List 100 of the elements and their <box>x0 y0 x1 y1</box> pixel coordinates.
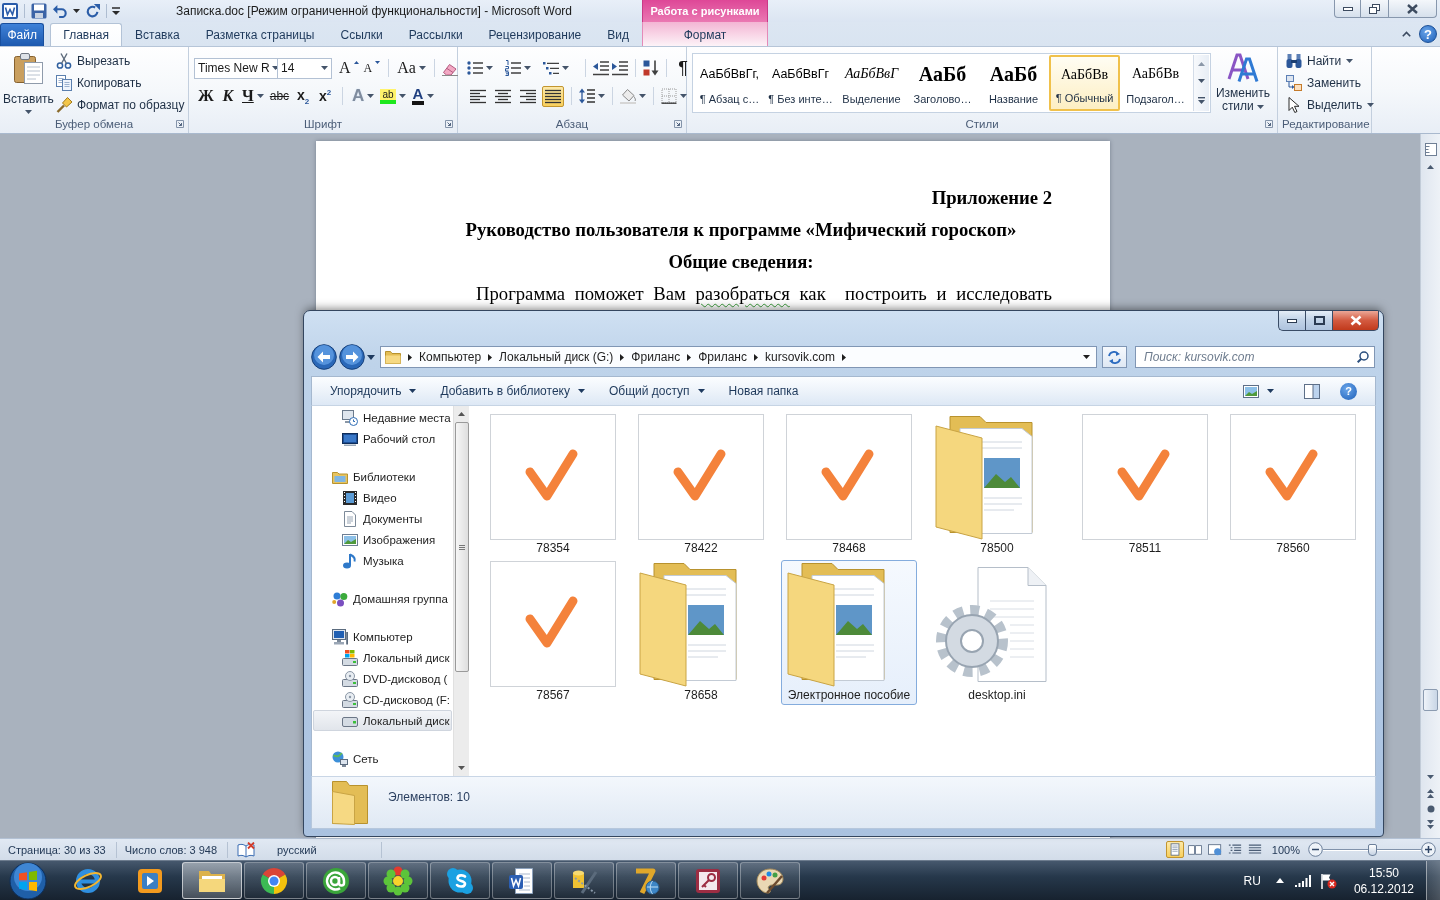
strikethrough-button[interactable]: abc <box>268 85 291 107</box>
refresh-button[interactable] <box>1102 346 1127 368</box>
chevron-right-icon[interactable] <box>488 353 493 361</box>
font-size-field[interactable]: 14 <box>277 57 332 79</box>
file-item[interactable]: desktop.ini <box>929 560 1065 705</box>
grow-font-button[interactable]: A <box>338 57 360 79</box>
nav-item[interactable]: Локальный диск <box>313 647 452 668</box>
taskbar-button[interactable] <box>368 862 428 899</box>
preview-pane-icon[interactable] <box>1304 383 1320 399</box>
print-layout-icon[interactable] <box>1165 841 1184 858</box>
nav-item[interactable]: Библиотеки <box>313 466 452 487</box>
select-button[interactable]: Выделить <box>1284 94 1377 116</box>
multilevel-list-icon[interactable] <box>543 60 559 76</box>
change-view-icon[interactable] <box>1243 384 1259 398</box>
breadcrumb[interactable]: kursovik.com <box>758 350 841 364</box>
taskbar-button[interactable] <box>244 862 304 899</box>
dialog-launcher-icon[interactable] <box>674 120 682 128</box>
taskbar-button[interactable] <box>430 862 490 899</box>
scroll-up-icon[interactable] <box>458 412 465 416</box>
bullet-list-icon[interactable] <box>467 60 483 76</box>
ribbon-tab[interactable]: Разметка страницы <box>192 23 328 46</box>
copy-button[interactable]: Копировать <box>53 72 187 94</box>
taskbar-button[interactable] <box>492 862 552 899</box>
nav-item[interactable]: Видео <box>313 487 452 508</box>
bold-button[interactable]: Ж <box>197 85 215 107</box>
folder-item[interactable]: 78658 <box>633 560 769 705</box>
replace-button[interactable]: Заменить <box>1284 72 1377 94</box>
zoom-in-icon[interactable] <box>1421 842 1436 857</box>
taskbar-button[interactable] <box>182 862 242 899</box>
chevron-right-icon[interactable] <box>753 353 758 361</box>
numbered-list-icon[interactable] <box>505 60 521 76</box>
dialog-launcher-icon[interactable] <box>1265 120 1273 128</box>
caret-icon[interactable] <box>524 66 531 70</box>
chevron-right-icon[interactable] <box>842 353 846 361</box>
italic-button[interactable]: К <box>219 85 237 107</box>
ribbon-tab[interactable]: Вставка <box>122 23 193 46</box>
ribbon-tab[interactable]: Ссылки <box>327 23 396 46</box>
minimize-button[interactable] <box>1334 0 1361 18</box>
breadcrumb[interactable]: Компьютер <box>413 350 488 364</box>
subscript-button[interactable]: x$_{2}$ <box>294 85 313 107</box>
format-painter-button[interactable]: Формат по образцу <box>53 94 187 116</box>
search-input[interactable]: Поиск: kursovik.com <box>1136 347 1357 367</box>
toolbar-button[interactable]: Упорядочить <box>318 379 429 403</box>
nav-item[interactable]: Рабочий стол <box>313 428 452 449</box>
ruler-icon[interactable] <box>1424 143 1437 156</box>
start-orb-icon[interactable] <box>9 861 47 900</box>
close-button[interactable] <box>1389 0 1437 18</box>
minimize-button[interactable] <box>1278 311 1305 331</box>
nav-item[interactable]: Документы <box>313 508 452 529</box>
scrollbar-thumb[interactable] <box>1423 689 1438 711</box>
show-hidden-icons-icon[interactable] <box>1275 878 1284 883</box>
line-spacing-icon[interactable] <box>579 88 595 104</box>
folder-item[interactable]: 78500 <box>929 413 1065 558</box>
scroll-down-icon[interactable] <box>1198 79 1205 84</box>
justify-icon[interactable] <box>542 85 564 107</box>
image-file-item[interactable]: 78468 <box>781 413 917 558</box>
caret-icon[interactable] <box>680 94 687 98</box>
caret-icon[interactable] <box>72 9 80 13</box>
nav-item[interactable]: CD-дисковод (F: <box>313 689 452 710</box>
folder-item[interactable]: Электронное пособие <box>781 560 917 705</box>
toolbar-button[interactable]: Общий доступ <box>596 379 717 403</box>
page-count[interactable]: Страница: 30 из 33 <box>0 843 116 856</box>
toolbar-button[interactable]: Добавить в библиотеку <box>428 379 597 403</box>
taskbar-button[interactable] <box>616 862 676 899</box>
next-page-icon[interactable] <box>1427 820 1434 829</box>
taskbar-button[interactable] <box>678 862 738 899</box>
image-file-item[interactable]: 78567 <box>485 560 621 705</box>
nav-item[interactable]: Сеть <box>313 748 452 769</box>
breadcrumb[interactable]: Фриланс <box>692 350 753 364</box>
chevron-right-icon[interactable] <box>408 353 412 361</box>
change-case-button[interactable]: Aa <box>396 57 427 79</box>
proofing-book-icon[interactable] <box>237 841 256 858</box>
style-item[interactable]: АаБб Название <box>978 55 1049 111</box>
scroll-down-icon[interactable] <box>1427 775 1434 779</box>
chevron-right-icon[interactable] <box>687 353 692 361</box>
ribbon-tab[interactable]: Главная <box>50 23 122 46</box>
close-button[interactable] <box>1332 311 1379 331</box>
nav-item[interactable]: Изображения <box>313 529 452 550</box>
style-item[interactable]: АаБбВвГ Выделение <box>836 55 907 111</box>
maximize-button[interactable] <box>1305 311 1332 331</box>
previous-page-icon[interactable] <box>1427 789 1434 798</box>
caret-icon[interactable] <box>486 66 493 70</box>
sort-icon[interactable] <box>643 60 659 76</box>
find-button[interactable]: Найти <box>1284 50 1377 72</box>
ribbon-tab[interactable]: Вид <box>594 23 642 46</box>
slider-thumb[interactable] <box>1368 843 1377 856</box>
highlight-button[interactable]: ab <box>379 85 407 107</box>
undo-icon[interactable] <box>52 4 67 18</box>
zoom-out-icon[interactable] <box>1308 842 1323 857</box>
browse-object-icon[interactable] <box>1426 805 1435 813</box>
input-language[interactable]: RU <box>1243 873 1261 888</box>
image-file-item[interactable]: 78422 <box>633 413 769 558</box>
ribbon-tab[interactable]: Рассылки <box>395 23 476 46</box>
breadcrumb[interactable]: Локальный диск (G:) <box>493 350 620 364</box>
caret-icon[interactable] <box>1083 355 1090 359</box>
scrollbar-thumb[interactable] <box>454 422 469 672</box>
image-file-item[interactable]: 78354 <box>485 413 621 558</box>
font-color-button[interactable]: A <box>410 85 436 107</box>
nav-item[interactable]: DVD-дисковод ( <box>313 668 452 689</box>
superscript-button[interactable]: x$^{2}$ <box>316 85 335 107</box>
